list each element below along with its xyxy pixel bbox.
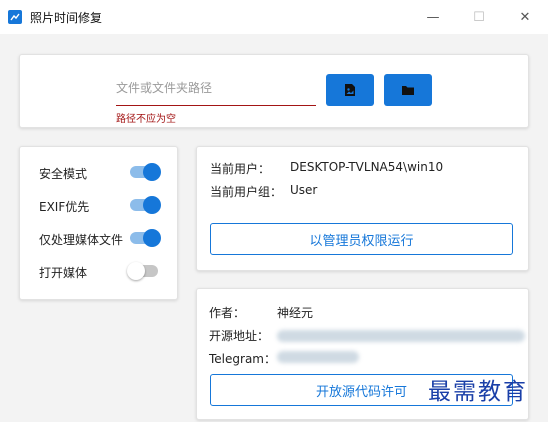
option-media-only: 仅处理媒体文件 (39, 229, 169, 249)
toggle-knob (127, 262, 145, 280)
window-title: 照片时间修复 (30, 11, 103, 25)
toggle-knob (143, 229, 161, 247)
author-label: 作者： (209, 306, 246, 320)
watermark-logo: 最需教育 (428, 379, 528, 405)
app-icon (8, 10, 22, 24)
select-folder-button[interactable] (384, 74, 432, 106)
current-user-label: 当前用户： (210, 162, 271, 176)
title-bar: 照片时间修复 — ☐ ✕ (0, 0, 548, 34)
user-panel: 当前用户： DESKTOP-TVLNA54\win10 当前用户组： User … (196, 146, 529, 271)
close-button[interactable]: ✕ (502, 0, 548, 34)
repo-label: 开源地址： (209, 329, 270, 343)
current-group-label: 当前用户组： (210, 185, 283, 199)
option-exif-first: EXIF优先 (39, 196, 169, 216)
exif-first-toggle[interactable] (130, 196, 161, 214)
current-user-value: DESKTOP-TVLNA54\win10 (290, 160, 444, 174)
option-label: 仅处理媒体文件 (39, 233, 124, 247)
options-panel: 安全模式 EXIF优先 仅处理媒体文件 打开媒体 (19, 146, 178, 300)
close-icon: ✕ (519, 9, 531, 25)
select-file-button[interactable] (326, 74, 374, 106)
open-media-toggle[interactable] (127, 262, 158, 280)
author-value: 神经元 (277, 306, 314, 320)
minimize-button[interactable]: — (410, 0, 456, 34)
option-label: EXIF优先 (39, 200, 90, 214)
telegram-label: Telegram： (209, 352, 276, 366)
path-panel: 路径不应为空 (19, 54, 529, 128)
toggle-knob (143, 163, 161, 181)
path-error-text: 路径不应为空 (116, 114, 176, 125)
minimize-icon: — (426, 9, 440, 25)
maximize-button[interactable]: ☐ (456, 0, 502, 34)
option-safe-mode: 安全模式 (39, 163, 169, 183)
option-label: 打开媒体 (39, 266, 88, 280)
media-only-toggle[interactable] (130, 229, 161, 247)
option-label: 安全模式 (39, 167, 88, 181)
toggle-knob (143, 196, 161, 214)
telegram-link-redacted[interactable] (277, 351, 359, 363)
repo-url-redacted[interactable] (277, 330, 525, 342)
safe-mode-toggle[interactable] (130, 163, 161, 181)
maximize-icon: ☐ (473, 9, 485, 25)
folder-icon (402, 86, 414, 95)
path-input[interactable] (116, 71, 316, 106)
file-image-icon (345, 84, 355, 96)
run-as-admin-button[interactable]: 以管理员权限运行 (210, 223, 513, 255)
current-group-value: User (290, 183, 318, 197)
option-open-media: 打开媒体 (39, 262, 169, 282)
